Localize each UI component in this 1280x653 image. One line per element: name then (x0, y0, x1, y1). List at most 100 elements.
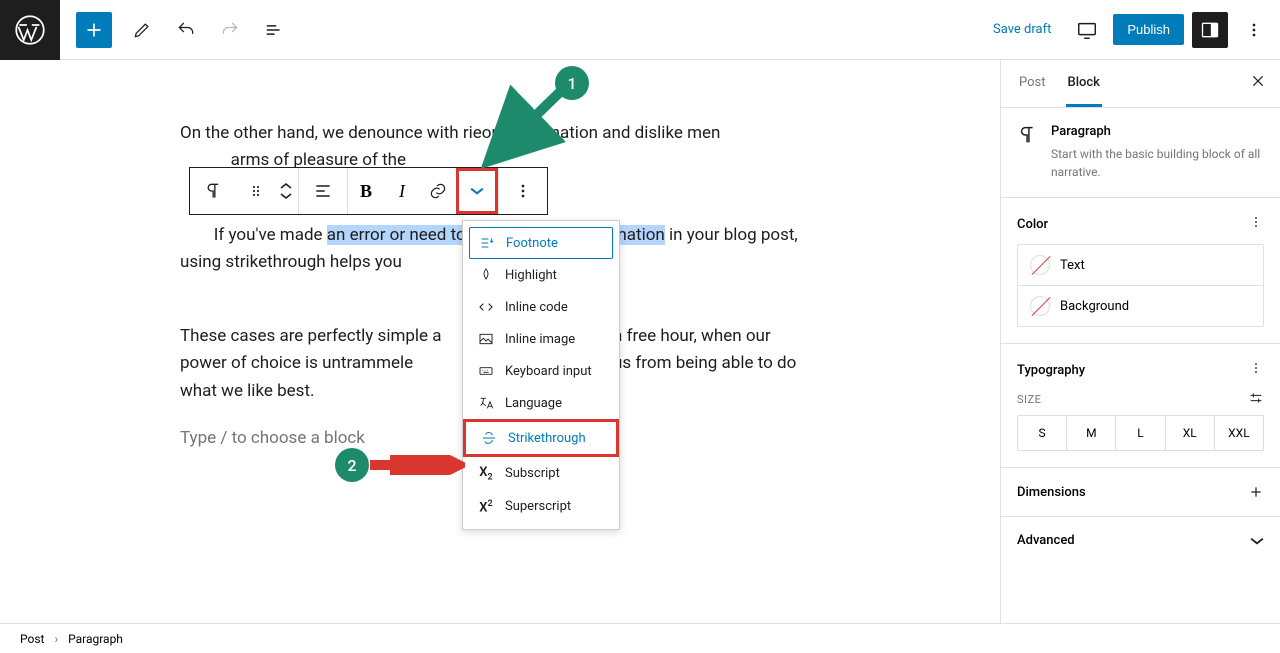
size-xl[interactable]: XL (1165, 416, 1214, 450)
block-description: Start with the basic building block of a… (1051, 145, 1264, 181)
chevron-down-icon (1250, 534, 1264, 548)
superscript-icon: X2 (477, 499, 495, 515)
tab-post[interactable]: Post (1017, 61, 1048, 107)
sliders-icon (1248, 390, 1264, 406)
annotation-arrow-2 (365, 455, 465, 475)
wordpress-logo[interactable] (0, 0, 60, 60)
size-settings-button[interactable] (1248, 390, 1264, 409)
add-block-button[interactable] (76, 12, 112, 48)
move-block-buttons[interactable] (274, 168, 298, 214)
chevron-down-icon (470, 184, 484, 198)
annotation-badge-1: 1 (555, 66, 589, 100)
redo-button[interactable] (212, 12, 248, 48)
paragraph-icon (204, 181, 224, 201)
breadcrumb-root[interactable]: Post (20, 632, 44, 646)
pencil-icon (132, 20, 152, 40)
plus-icon (1248, 484, 1264, 500)
annotation-badge-2: 2 (335, 448, 369, 482)
dropdown-item-subscript[interactable]: X2 Subscript (463, 457, 619, 491)
breadcrumb-current: Paragraph (68, 632, 123, 646)
header-right: Save draft Publish (983, 12, 1280, 48)
size-m[interactable]: M (1066, 416, 1115, 450)
footnote-icon (478, 235, 496, 251)
close-sidebar-button[interactable] (1246, 69, 1270, 98)
dropdown-item-inline-image[interactable]: Inline image (463, 323, 619, 355)
typography-panel-options[interactable] (1248, 360, 1264, 380)
kebab-icon (513, 181, 533, 201)
block-breadcrumb: Post › Paragraph (0, 623, 1280, 653)
settings-sidebar: Post Block Paragraph Start with the basi… (1000, 60, 1280, 623)
wordpress-icon (15, 15, 45, 45)
rich-text-dropdown: Footnote Highlight Inline code Inline im… (462, 220, 620, 530)
dropdown-item-footnote[interactable]: Footnote (469, 227, 613, 259)
kebab-icon (1248, 214, 1264, 230)
size-xxl[interactable]: XXL (1214, 416, 1263, 450)
preview-button[interactable] (1069, 12, 1105, 48)
block-options-button[interactable] (499, 168, 547, 214)
save-draft-button[interactable]: Save draft (983, 16, 1061, 43)
header-left (0, 0, 292, 60)
size-label: SIZE (1017, 393, 1041, 406)
block-title: Paragraph (1051, 124, 1264, 139)
color-panel-title: Color (1017, 217, 1048, 232)
align-left-icon (313, 181, 333, 201)
advanced-panel[interactable]: Advanced (1001, 517, 1280, 564)
text-color-button[interactable]: Text (1018, 245, 1263, 285)
chevron-down-icon (280, 191, 292, 201)
strikethrough-icon (480, 430, 498, 446)
color-panel-options[interactable] (1248, 214, 1264, 234)
size-l[interactable]: L (1115, 416, 1164, 450)
kebab-icon (1244, 20, 1264, 40)
editor-header: Save draft Publish (0, 0, 1280, 60)
background-color-button[interactable]: Background (1018, 285, 1263, 326)
chevron-right-icon: › (54, 632, 58, 646)
close-icon (1250, 73, 1266, 89)
italic-button[interactable]: I (384, 168, 420, 214)
link-button[interactable] (420, 168, 456, 214)
size-s[interactable]: S (1018, 416, 1066, 450)
paragraph-icon (1017, 124, 1039, 181)
color-swatch-empty (1030, 296, 1050, 316)
undo-button[interactable] (168, 12, 204, 48)
keyboard-icon (477, 363, 495, 379)
dropdown-item-inline-code[interactable]: Inline code (463, 291, 619, 323)
sidebar-icon (1200, 20, 1220, 40)
highlight-icon (477, 267, 495, 283)
undo-icon (176, 20, 196, 40)
edit-mode-button[interactable] (124, 12, 160, 48)
more-rich-text-button[interactable] (456, 168, 498, 214)
dropdown-item-superscript[interactable]: X2 Superscript (463, 491, 619, 523)
plus-icon (84, 20, 104, 40)
dimensions-panel[interactable]: Dimensions (1001, 468, 1280, 516)
language-icon (477, 395, 495, 411)
tab-block[interactable]: Block (1066, 61, 1102, 107)
typography-panel-title: Typography (1017, 363, 1085, 378)
editor-canvas[interactable]: On the other hand, we denounce with rieo… (0, 60, 1000, 623)
dropdown-item-language[interactable]: Language (463, 387, 619, 419)
link-icon (428, 181, 448, 201)
more-options-button[interactable] (1236, 12, 1272, 48)
subscript-icon: X2 (477, 465, 495, 483)
font-size-group: S M L XL XXL (1017, 415, 1264, 451)
chevron-up-icon (280, 181, 292, 191)
bold-button[interactable]: B (348, 168, 384, 214)
settings-sidebar-toggle[interactable] (1192, 12, 1228, 48)
drag-handle[interactable] (238, 168, 274, 214)
block-type-button[interactable] (190, 168, 238, 214)
align-button[interactable] (299, 168, 347, 214)
dropdown-item-highlight[interactable]: Highlight (463, 259, 619, 291)
redo-icon (220, 20, 240, 40)
color-swatch-empty (1030, 255, 1050, 275)
image-icon (477, 331, 495, 347)
dropdown-item-keyboard[interactable]: Keyboard input (463, 355, 619, 387)
desktop-icon (1076, 19, 1098, 41)
kebab-icon (1248, 360, 1264, 376)
list-icon (264, 20, 284, 40)
code-icon (477, 299, 495, 315)
dropdown-item-strikethrough[interactable]: Strikethrough (463, 419, 619, 457)
publish-button[interactable]: Publish (1113, 14, 1184, 45)
block-toolbar: B I (189, 167, 548, 215)
document-overview-button[interactable] (256, 12, 292, 48)
drag-icon (248, 183, 264, 199)
selected-text: an error or need to (327, 225, 470, 245)
